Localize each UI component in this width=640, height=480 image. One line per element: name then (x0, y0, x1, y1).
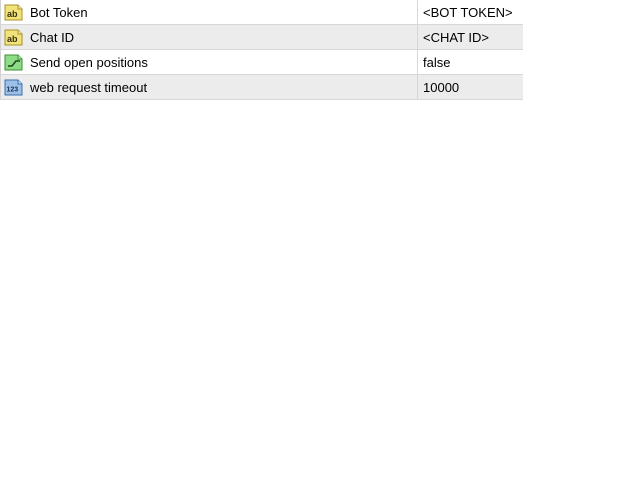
parameter-name: Send open positions (30, 54, 148, 70)
parameter-row-web-request-timeout[interactable]: 123 web request timeout 10000 (1, 75, 523, 100)
parameter-name-cell: ab Chat ID (1, 25, 418, 49)
parameter-name: Bot Token (30, 4, 88, 20)
parameter-name-cell: Send open positions (1, 50, 418, 74)
parameter-value[interactable]: false (418, 50, 523, 74)
string-ab-icon: ab (4, 2, 24, 22)
parameter-name-cell: ab Bot Token (1, 0, 418, 24)
parameter-row-bot-token[interactable]: ab Bot Token <BOT TOKEN> (1, 0, 523, 25)
string-ab-icon: ab (4, 27, 24, 47)
parameter-row-send-open-positions[interactable]: Send open positions false (1, 50, 523, 75)
parameter-row-chat-id[interactable]: ab Chat ID <CHAT ID> (1, 25, 523, 50)
svg-text:ab: ab (7, 9, 18, 19)
parameter-name: web request timeout (30, 79, 148, 95)
boolean-toggle-icon (4, 52, 24, 72)
parameter-value[interactable]: <BOT TOKEN> (418, 0, 523, 24)
parameter-value[interactable]: 10000 (418, 75, 523, 99)
parameter-value[interactable]: <CHAT ID> (418, 25, 523, 49)
svg-text:123: 123 (7, 87, 19, 94)
parameter-name: Chat ID (30, 29, 75, 45)
svg-text:ab: ab (7, 34, 18, 44)
integer-123-icon: 123 (4, 77, 24, 97)
parameters-grid: ab Bot Token <BOT TOKEN> ab Chat ID <CHA… (0, 0, 523, 100)
parameter-name-cell: 123 web request timeout (1, 75, 418, 99)
